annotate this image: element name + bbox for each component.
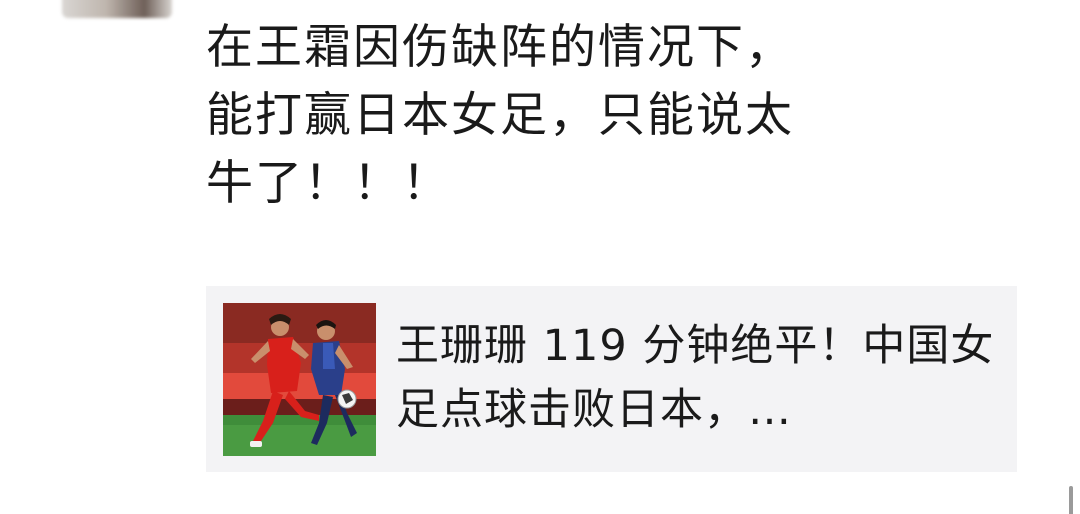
football-match-thumbnail: [223, 303, 376, 456]
post-view: 在王霜因伤缺阵的情况下， 能打赢日本女足，只能说太 牛了！！！ 王珊珊 119 …: [0, 0, 1080, 514]
post-text: 在王霜因伤缺阵的情况下， 能打赢日本女足，只能说太 牛了！！！: [206, 20, 794, 211]
scrollbar[interactable]: [1069, 486, 1073, 514]
avatar[interactable]: [62, 0, 172, 18]
shared-link-card[interactable]: 王珊珊 119 分钟绝平！中国女足点球击败日本，…: [206, 286, 1017, 472]
link-title: 王珊珊 119 分钟绝平！中国女足点球击败日本，…: [396, 321, 995, 435]
